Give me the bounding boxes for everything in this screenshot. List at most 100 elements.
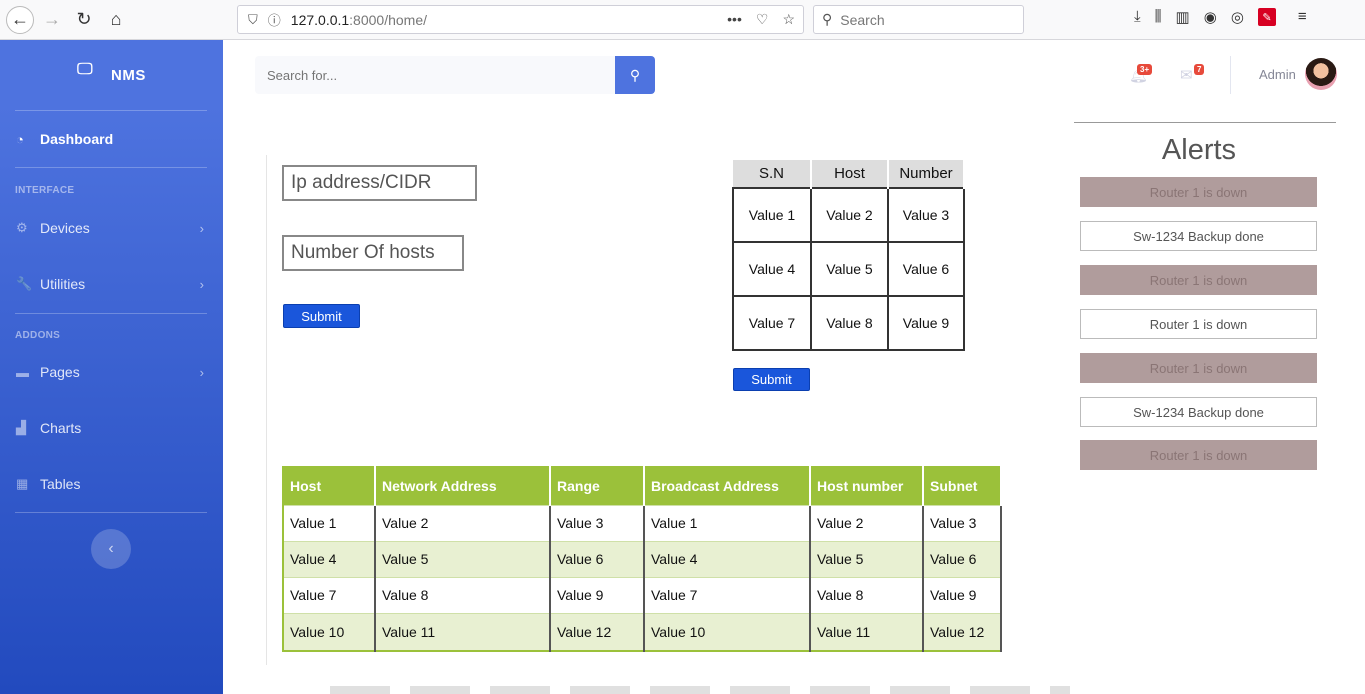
back-icon[interactable]: ← bbox=[6, 5, 34, 34]
table-row: Value 1 Value 2 Value 3 Value 1 Value 2 … bbox=[283, 504, 1002, 541]
tachometer-icon: ◔ bbox=[16, 131, 24, 147]
sidebar-divider bbox=[15, 167, 207, 168]
ip-address-field[interactable]: Ip address/CIDR bbox=[282, 165, 477, 201]
table-cell: Value 8 bbox=[810, 295, 889, 351]
table-cell: Value 9 bbox=[550, 576, 645, 613]
sidebar-item-label: Tables bbox=[40, 476, 81, 492]
url-text: 127.0.0.1:8000/home/ bbox=[290, 11, 428, 28]
table-cell: Value 1 bbox=[644, 504, 811, 541]
table-cell: Value 1 bbox=[283, 504, 376, 541]
pocket-icon[interactable]: ♡ bbox=[756, 11, 769, 28]
search-button[interactable]: ⚲ bbox=[615, 56, 655, 94]
sidebar-item-label: Dashboard bbox=[40, 131, 114, 147]
sidebar-heading-addons: ADDONS bbox=[15, 330, 61, 341]
alert-item[interactable]: Router 1 is down bbox=[1080, 353, 1317, 383]
sidebar-brand[interactable]: 🖵 NMS bbox=[0, 40, 223, 110]
column-header: Range bbox=[550, 467, 645, 505]
sidebar-toggle-icon[interactable]: ▥ bbox=[1176, 8, 1190, 26]
content-separator bbox=[266, 155, 267, 665]
table-cell: Value 3 bbox=[923, 504, 1002, 541]
table-cell: Value 2 bbox=[810, 504, 924, 541]
column-header: Broadcast Address bbox=[644, 467, 811, 505]
table-cell: Value 12 bbox=[550, 612, 645, 651]
alert-item[interactable]: Sw-1234 Backup done bbox=[1080, 221, 1317, 251]
folder-icon: ▬ bbox=[16, 364, 29, 380]
brand-name: NMS bbox=[111, 66, 146, 84]
sidebar-item-utilities[interactable]: 🔧 Utilities › bbox=[16, 272, 208, 296]
browser-search-field[interactable]: ⚲ Search bbox=[813, 5, 1024, 34]
chart-area-icon: ▟ bbox=[16, 420, 26, 435]
sidebar-item-devices[interactable]: ⚙ Devices › bbox=[16, 216, 208, 240]
wrench-icon: 🔧 bbox=[16, 276, 33, 291]
library-icon[interactable]: ⫼ bbox=[1155, 8, 1162, 26]
hamburger-menu-icon[interactable]: ≡ bbox=[1298, 8, 1307, 26]
table-row: Value 7 Value 8 Value 9 Value 7 Value 8 … bbox=[283, 576, 1002, 613]
envelope-icon[interactable]: ✉ bbox=[1180, 66, 1193, 84]
table-icon: ▦ bbox=[16, 476, 29, 491]
user-name[interactable]: Admin bbox=[1259, 67, 1296, 82]
alerts-count-badge: 3+ bbox=[1137, 64, 1153, 75]
table-submit-button[interactable]: Submit bbox=[733, 368, 810, 391]
table-cell: Value 12 bbox=[923, 612, 1002, 651]
table-cell: Value 6 bbox=[923, 540, 1002, 577]
chevron-right-icon: › bbox=[199, 220, 204, 236]
table-cell: Value 8 bbox=[375, 576, 551, 613]
sidebar-item-charts[interactable]: ▟ Charts bbox=[16, 416, 208, 440]
alert-item[interactable]: Router 1 is down bbox=[1080, 440, 1317, 470]
alert-item[interactable]: Router 1 is down bbox=[1080, 265, 1317, 295]
sidebar-divider bbox=[15, 313, 207, 314]
search-input[interactable] bbox=[255, 56, 615, 94]
table-cell: Value 10 bbox=[644, 612, 811, 651]
forward-icon[interactable]: → bbox=[38, 6, 66, 34]
cropped-content bbox=[330, 686, 1070, 694]
chevron-left-icon: ‹ bbox=[108, 540, 114, 557]
search-icon: ⚲ bbox=[822, 11, 833, 27]
avatar[interactable] bbox=[1305, 58, 1337, 90]
sidebar-heading-interface: INTERFACE bbox=[15, 185, 75, 196]
chevron-right-icon: › bbox=[199, 276, 204, 292]
browser-search-placeholder: Search bbox=[840, 11, 885, 28]
sidebar-toggle-button[interactable]: ‹ bbox=[91, 529, 131, 569]
account-icon[interactable]: ◉ bbox=[1204, 8, 1217, 26]
address-bar[interactable]: ⛉ ⓘ 127.0.0.1:8000/home/ ••• ♡ ☆ bbox=[237, 5, 804, 34]
bookmark-star-icon[interactable]: ☆ bbox=[782, 11, 795, 28]
small-table: S.N Host Number Value 1 Value 2 Value 3 … bbox=[732, 160, 965, 351]
sidebar-divider bbox=[15, 110, 207, 111]
table-row: Value 4 Value 5 Value 6 bbox=[732, 241, 965, 297]
reload-icon[interactable]: ↻ bbox=[70, 6, 98, 34]
pdf-extension-icon[interactable]: ✎ bbox=[1257, 8, 1276, 26]
table-cell: Value 5 bbox=[810, 241, 889, 297]
sidebar-item-label: Utilities bbox=[40, 276, 86, 292]
sidebar-item-pages[interactable]: ▬ Pages › bbox=[16, 360, 208, 384]
info-icon[interactable]: ⓘ bbox=[268, 10, 281, 29]
table-cell: Value 5 bbox=[810, 540, 924, 577]
extension-icon[interactable]: ◎ bbox=[1231, 8, 1244, 26]
table-cell: Value 2 bbox=[810, 187, 889, 243]
alert-item[interactable]: Router 1 is down bbox=[1080, 177, 1317, 207]
sidebar-item-label: Charts bbox=[40, 420, 82, 436]
table-cell: Value 2 bbox=[375, 504, 551, 541]
download-icon[interactable]: ⤓ bbox=[1134, 8, 1141, 26]
sidebar: 🖵 NMS ◔ Dashboard INTERFACE ⚙ Devices › … bbox=[0, 40, 223, 694]
column-header: Host bbox=[283, 467, 376, 505]
home-icon[interactable]: ⌂ bbox=[102, 6, 130, 34]
sidebar-item-dashboard[interactable]: ◔ Dashboard bbox=[16, 127, 208, 151]
shield-icon[interactable]: ⛉ bbox=[248, 12, 258, 28]
submit-button[interactable]: Submit bbox=[283, 304, 360, 328]
table-cell: Value 11 bbox=[375, 612, 551, 651]
cog-icon: ⚙ bbox=[16, 220, 28, 235]
table-header-row: Host Network Address Range Broadcast Add… bbox=[283, 467, 1002, 505]
column-header: Host bbox=[811, 160, 889, 188]
table-cell: Value 3 bbox=[887, 187, 965, 243]
alert-item[interactable]: Sw-1234 Backup done bbox=[1080, 397, 1317, 427]
monitor-icon: 🖵 bbox=[77, 61, 94, 78]
column-header: S.N bbox=[733, 160, 812, 188]
page-actions-icon[interactable]: ••• bbox=[727, 11, 742, 28]
number-of-hosts-field[interactable]: Number Of hosts bbox=[282, 235, 464, 271]
alert-item[interactable]: Router 1 is down bbox=[1080, 309, 1317, 339]
table-cell: Value 7 bbox=[644, 576, 811, 613]
table-cell: Value 6 bbox=[887, 241, 965, 297]
sidebar-item-tables[interactable]: ▦ Tables bbox=[16, 472, 208, 496]
alerts-title: Alerts bbox=[1161, 134, 1237, 166]
messages-count-badge: 7 bbox=[1194, 64, 1205, 75]
